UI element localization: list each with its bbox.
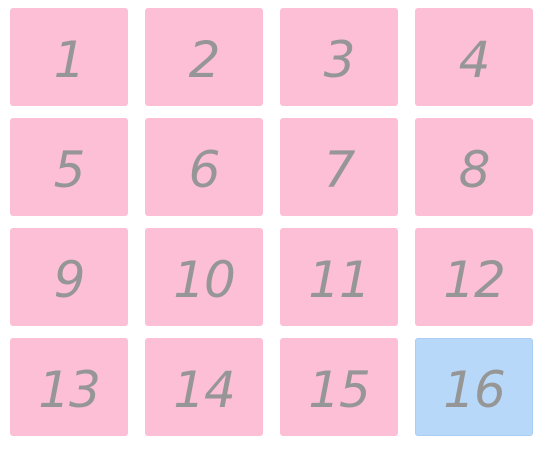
tile-6[interactable]: 6 (145, 118, 263, 216)
tile-label: 15 (308, 361, 371, 419)
tile-13[interactable]: 13 (10, 338, 128, 436)
tile-5[interactable]: 5 (10, 118, 128, 216)
tile-label: 3 (323, 31, 356, 89)
tile-label: 11 (308, 251, 371, 309)
tile-label: 13 (38, 361, 101, 419)
tile-3[interactable]: 3 (280, 8, 398, 106)
tile-label: 2 (188, 31, 221, 89)
tile-label: 12 (443, 251, 506, 309)
tile-4[interactable]: 4 (415, 8, 533, 106)
tile-12[interactable]: 12 (415, 228, 533, 326)
tile-label: 5 (53, 141, 86, 199)
tile-16[interactable]: 16 (415, 338, 533, 436)
tile-label: 4 (458, 31, 491, 89)
tile-label: 7 (323, 141, 356, 199)
tile-2[interactable]: 2 (145, 8, 263, 106)
tile-8[interactable]: 8 (415, 118, 533, 216)
tile-label: 10 (173, 251, 236, 309)
tile-label: 9 (53, 251, 86, 309)
tile-grid: 1 2 3 4 5 6 7 8 9 10 11 12 13 14 15 16 (10, 8, 533, 437)
tile-10[interactable]: 10 (145, 228, 263, 326)
tile-label: 16 (443, 361, 506, 419)
tile-11[interactable]: 11 (280, 228, 398, 326)
tile-1[interactable]: 1 (10, 8, 128, 106)
tile-7[interactable]: 7 (280, 118, 398, 216)
tile-label: 8 (458, 141, 491, 199)
tile-label: 14 (173, 361, 236, 419)
tile-14[interactable]: 14 (145, 338, 263, 436)
tile-label: 1 (53, 31, 86, 89)
tile-9[interactable]: 9 (10, 228, 128, 326)
tile-label: 6 (188, 141, 221, 199)
tile-15[interactable]: 15 (280, 338, 398, 436)
